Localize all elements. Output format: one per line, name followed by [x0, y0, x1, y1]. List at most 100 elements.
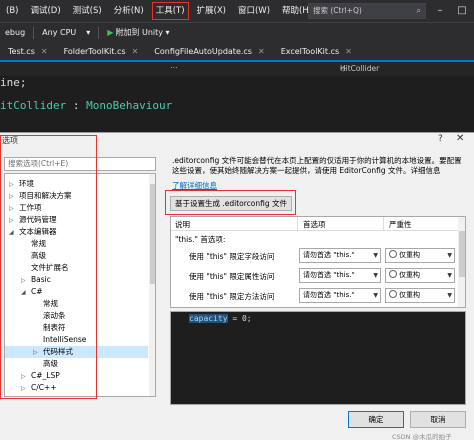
tree-item-label: 制表符	[43, 323, 66, 332]
tree-item[interactable]: 滚动条	[5, 310, 148, 322]
menu-item-6[interactable]: 窗口(W)	[232, 0, 276, 22]
nav-member-path[interactable]: ⋯ ⊹ HitCollider	[170, 63, 379, 73]
preference-dropdown[interactable]: 请勿首选 "this." ▼	[299, 268, 381, 283]
close-icon[interactable]: ✕	[41, 44, 48, 60]
preference-value: 请勿首选 "this."	[303, 251, 355, 259]
close-icon[interactable]: ✕	[258, 44, 265, 60]
severity-dropdown[interactable]: 仅重构 ▼	[385, 268, 455, 283]
tree-item[interactable]: ▷ 项目和解决方案	[5, 190, 148, 202]
platform-dropdown[interactable]: Any CPU	[37, 28, 81, 37]
tree-item-label: C#_LSP	[31, 371, 60, 380]
row-description: 使用 "this" 限定字段访问	[189, 252, 275, 261]
tree-item[interactable]: 常规	[5, 238, 148, 250]
tree-item[interactable]: 高级	[5, 250, 148, 262]
tree-scrollbar-thumb[interactable]	[150, 184, 155, 284]
dropdown-arrow-icon[interactable]: ▾	[81, 28, 95, 37]
document-tab[interactable]: Test.cs ✕	[0, 44, 56, 60]
learn-more-link[interactable]: 了解详细信息	[172, 180, 217, 191]
generate-editorconfig-button[interactable]: 基于设置生成 .editorconfig 文件	[170, 196, 292, 211]
attach-unity-label: 附加到 Unity	[115, 28, 163, 37]
preview-line: capacity = 0;	[189, 314, 252, 323]
document-tab[interactable]: FolderToolKit.cs ✕	[56, 44, 147, 60]
tree-item-label: 常规	[31, 239, 46, 248]
tree-item[interactable]: ◢ C#	[5, 286, 148, 298]
tree-item-label: 工作项	[19, 203, 42, 212]
maximize-icon[interactable]: □	[454, 3, 470, 19]
tree-item[interactable]: ◢ 文本编辑器	[5, 226, 148, 238]
code-style-grid: 说明 首选项 严重性 "this." 首选项: 使用 "this" 限定字段访问…	[170, 216, 466, 308]
tree-item-label: 高级	[31, 251, 46, 260]
document-tab[interactable]: ExcelToolKit.cs ✕	[273, 44, 360, 60]
navigation-bar: ⋯ ⊹ HitCollider	[0, 62, 474, 76]
tree-item[interactable]: ▷ C#_LSP	[5, 370, 148, 382]
preference-dropdown[interactable]: 请勿首选 "this." ▼	[299, 288, 381, 303]
col-divider	[383, 217, 384, 231]
tree-item[interactable]: 文件扩展名	[5, 262, 148, 274]
menu-item-1[interactable]: 调试(D)	[24, 0, 66, 22]
group-this-preferences: "this." 首选项:	[175, 235, 226, 244]
tree-item-label: 源代码管理	[19, 215, 57, 224]
toolbar: ebug Any CPU ▾ ▶ 附加到 Unity ▾	[0, 22, 474, 42]
close-icon[interactable]: ✕	[456, 133, 464, 144]
preview-variable: capacity	[189, 314, 228, 323]
options-search-input[interactable]: 搜索选项(Ctrl+E)	[4, 157, 156, 171]
tree-item[interactable]: ▷ C/C++	[5, 382, 148, 394]
menu-item-5[interactable]: 扩展(X)	[191, 0, 232, 22]
minimize-icon[interactable]: –	[432, 3, 448, 19]
severity-icon	[389, 290, 397, 298]
close-icon[interactable]: ✕	[345, 44, 352, 60]
tree-item[interactable]: ▷ Basic	[5, 274, 148, 286]
col-divider	[297, 217, 298, 231]
grid-header: 说明 首选项 严重性	[171, 217, 465, 231]
tree-item-label: 项目和解决方案	[19, 191, 72, 200]
expand-arrow-icon[interactable]: ▷	[21, 383, 31, 395]
ok-button[interactable]: 确定	[348, 411, 404, 428]
help-icon[interactable]: ?	[438, 134, 443, 144]
grid-scrollbar-thumb[interactable]	[459, 231, 465, 277]
quick-search-box[interactable]: 搜索 (Ctrl+Q) ⌕	[308, 3, 426, 19]
severity-value: 仅重构	[399, 291, 420, 299]
solution-config-dropdown[interactable]: ebug	[0, 28, 30, 37]
chevron-down-icon: ▼	[373, 272, 378, 279]
menu-item-3[interactable]: 分析(N)	[108, 0, 150, 22]
menu-item-4[interactable]: 工具(T)	[150, 0, 191, 22]
code-preview: capacity = 0;	[170, 311, 466, 405]
class-name-token: itCollider	[0, 99, 67, 112]
document-tab-label: FolderToolKit.cs	[63, 47, 126, 56]
menu-item-2[interactable]: 测试(S)	[67, 0, 108, 22]
chevron-down-icon: ▼	[447, 272, 452, 279]
tree-scrollbar[interactable]	[149, 174, 155, 396]
options-dialog: 选项 ? ✕ 搜索选项(Ctrl+E) ▷ 环境 ▷ 项目和解决方案 ▷ 工作项 ▷ 源代码管…	[0, 132, 474, 440]
tree-item[interactable]: IntelliSense	[5, 334, 148, 346]
tree-item-label: 常规	[43, 299, 58, 308]
tree-item-label: 环境	[19, 179, 34, 188]
menu-item-0[interactable]: (B)	[0, 0, 24, 22]
tree-item[interactable]: 制表符	[5, 322, 148, 334]
tree-item[interactable]: ▷ 源代码管理	[5, 214, 148, 226]
attach-unity-button[interactable]: ▶ 附加到 Unity ▾	[102, 27, 174, 38]
row-description: 使用 "this" 限定属性访问	[189, 272, 275, 281]
document-tab-label: ConfigFileAutoUpdate.cs	[154, 47, 252, 56]
close-icon[interactable]: ✕	[132, 44, 139, 60]
nav-member-label: HitCollider	[340, 64, 380, 73]
toolbar-separator	[33, 26, 35, 39]
tree-item-label: 代码样式	[43, 347, 73, 356]
tree-item-label: C/C++	[31, 383, 57, 392]
preference-dropdown[interactable]: 请勿首选 "this." ▼	[299, 248, 381, 263]
tree-item[interactable]: ▷ 环境	[5, 178, 148, 190]
preference-value: 请勿首选 "this."	[303, 291, 355, 299]
col-header-severity: 严重性	[389, 220, 412, 229]
severity-dropdown[interactable]: 仅重构 ▼	[385, 248, 455, 263]
tree-item[interactable]: ▷ 工作项	[5, 202, 148, 214]
tree-item[interactable]: 高级	[5, 358, 148, 370]
code-editor[interactable]: ine; itCollider : MonoBehaviour	[0, 76, 474, 132]
cancel-button[interactable]: 取消	[410, 411, 466, 428]
options-tree: ▷ 环境 ▷ 项目和解决方案 ▷ 工作项 ▷ 源代码管理 ◢ 文本编辑器 常规 高级 文件扩展名 ▷ Bas…	[4, 173, 156, 397]
severity-dropdown[interactable]: 仅重构 ▼	[385, 288, 455, 303]
document-tab[interactable]: ConfigFileAutoUpdate.cs ✕	[146, 44, 272, 60]
watermark: CSDN @木瓜的拍子	[392, 433, 452, 440]
tree-item[interactable]: 常规	[5, 298, 148, 310]
grid-scrollbar[interactable]	[458, 217, 465, 307]
document-tabs: Test.cs ✕ FolderToolKit.cs ✕ ConfigFileAutoU…	[0, 42, 474, 60]
tree-item[interactable]: ▷ 代码样式	[5, 346, 148, 358]
